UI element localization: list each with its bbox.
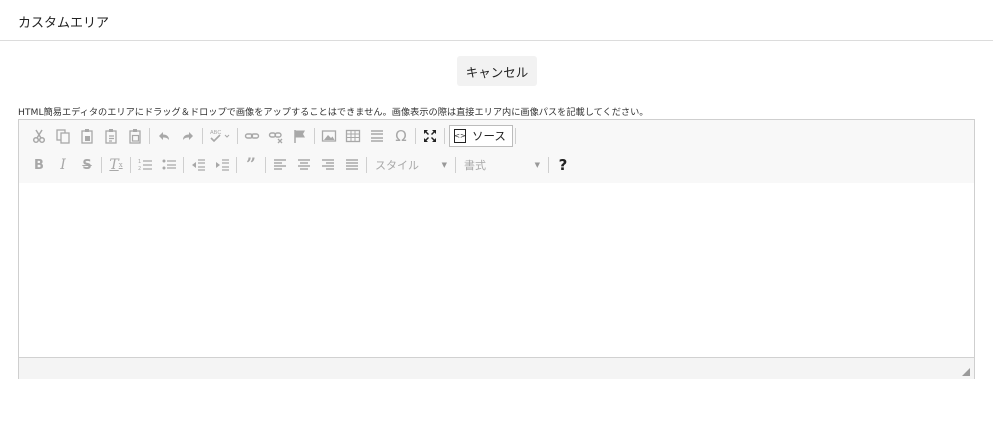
indent-icon[interactable] bbox=[210, 154, 234, 176]
page-title: カスタムエリア bbox=[18, 16, 110, 31]
blockquote-icon[interactable]: ” bbox=[239, 154, 263, 176]
image-icon[interactable] bbox=[317, 125, 341, 147]
toolbar-separator bbox=[514, 128, 516, 144]
paste-text-icon[interactable] bbox=[99, 125, 123, 147]
toolbar-separator bbox=[149, 128, 150, 144]
cut-icon[interactable] bbox=[27, 125, 51, 147]
anchor-icon[interactable] bbox=[288, 125, 312, 147]
toolbar-row-1: ABC Ω <> ソース bbox=[27, 124, 518, 148]
chevron-down-icon: ▼ bbox=[441, 161, 447, 169]
paste-word-icon[interactable] bbox=[123, 125, 147, 147]
align-justify-icon[interactable] bbox=[340, 154, 364, 176]
undo-icon[interactable] bbox=[152, 125, 176, 147]
source-button[interactable]: <> ソース bbox=[449, 125, 513, 147]
rich-text-editor: ABC Ω <> ソース B I S T x 1 2 ” スタイル ▼ 書式 ▼… bbox=[18, 119, 975, 379]
svg-text:2: 2 bbox=[138, 166, 141, 172]
italic-icon[interactable]: I bbox=[51, 154, 75, 176]
format-dropdown-label: 書式 bbox=[464, 159, 486, 172]
source-icon: <> bbox=[454, 129, 466, 143]
source-label: ソース bbox=[472, 129, 506, 143]
style-dropdown-label: スタイル bbox=[375, 159, 419, 172]
toolbar-separator bbox=[366, 157, 367, 173]
style-dropdown[interactable]: スタイル ▼ bbox=[369, 155, 453, 175]
editor-toolbar: ABC Ω <> ソース B I S T x 1 2 ” スタイル ▼ 書式 ▼… bbox=[19, 120, 974, 184]
toolbar-separator bbox=[444, 128, 445, 144]
bulleted-list-icon[interactable] bbox=[157, 154, 181, 176]
toolbar-separator bbox=[236, 157, 237, 173]
toolbar-separator bbox=[314, 128, 315, 144]
toolbar-separator bbox=[265, 157, 266, 173]
svg-text:1: 1 bbox=[138, 159, 141, 165]
remove-format-icon[interactable]: Tx bbox=[104, 154, 128, 176]
resize-handle-icon[interactable] bbox=[962, 368, 970, 376]
toolbar-separator bbox=[237, 128, 238, 144]
toolbar-separator bbox=[415, 128, 416, 144]
editor-statusbar bbox=[19, 357, 974, 379]
editor-content-area[interactable] bbox=[19, 183, 974, 357]
help-icon[interactable]: ? bbox=[551, 154, 575, 176]
toolbar-separator bbox=[548, 157, 549, 173]
format-dropdown[interactable]: 書式 ▼ bbox=[458, 155, 546, 175]
maximize-icon[interactable] bbox=[418, 125, 442, 147]
align-center-icon[interactable] bbox=[292, 154, 316, 176]
toolbar-separator bbox=[130, 157, 131, 173]
align-right-icon[interactable] bbox=[316, 154, 340, 176]
redo-icon[interactable] bbox=[176, 125, 200, 147]
paste-icon[interactable] bbox=[75, 125, 99, 147]
chevron-down-icon: ▼ bbox=[534, 161, 540, 169]
spellcheck-icon[interactable]: ABC bbox=[205, 125, 235, 147]
link-icon[interactable] bbox=[240, 125, 264, 147]
table-icon[interactable] bbox=[341, 125, 365, 147]
special-char-icon[interactable]: Ω bbox=[389, 125, 413, 147]
upload-notice: HTML簡易エディタのエリアにドラッグ＆ドロップで画像をアップすることはできませ… bbox=[18, 107, 649, 118]
cancel-button[interactable]: キャンセル bbox=[457, 56, 537, 86]
bold-icon[interactable]: B bbox=[27, 154, 51, 176]
copy-icon[interactable] bbox=[51, 125, 75, 147]
strike-icon[interactable]: S bbox=[75, 154, 99, 176]
align-left-icon[interactable] bbox=[268, 154, 292, 176]
toolbar-separator bbox=[183, 157, 184, 173]
toolbar-separator bbox=[101, 157, 102, 173]
outdent-icon[interactable] bbox=[186, 154, 210, 176]
page-header: カスタムエリア bbox=[0, 0, 993, 41]
toolbar-separator bbox=[455, 157, 456, 173]
numbered-list-icon[interactable]: 12 bbox=[133, 154, 157, 176]
horizontal-rule-icon[interactable] bbox=[365, 125, 389, 147]
unlink-icon[interactable] bbox=[264, 125, 288, 147]
toolbar-row-2: B I S Tx 12 ” スタイル ▼ 書式 ▼ ? bbox=[27, 153, 575, 177]
toolbar-separator bbox=[202, 128, 203, 144]
